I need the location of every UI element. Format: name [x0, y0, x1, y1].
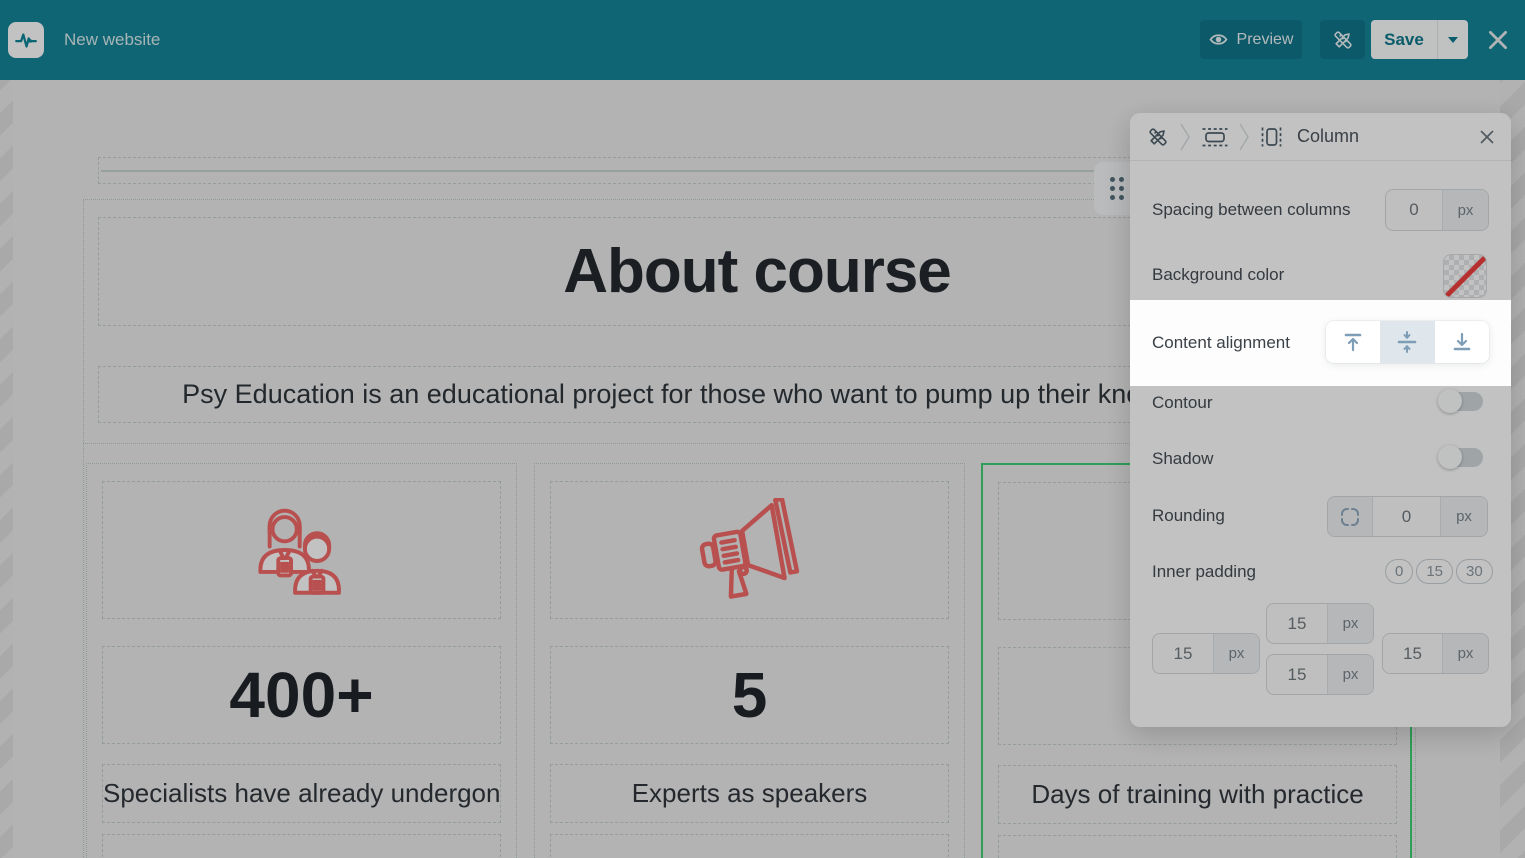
stat-caption: Specialists have already undergone [103, 765, 500, 822]
breadcrumb-design-tools-icon[interactable] [1146, 125, 1170, 149]
icon-block[interactable] [102, 481, 501, 619]
top-bar: New website Preview Save [0, 0, 1525, 80]
breadcrumb-chevron-icon [1180, 123, 1191, 151]
panel-close-button[interactable] [1477, 127, 1497, 147]
preview-button[interactable]: Preview [1200, 20, 1302, 59]
contour-label: Contour [1152, 393, 1212, 413]
megaphone-icon [694, 498, 806, 602]
contour-toggle[interactable] [1440, 392, 1483, 411]
spacing-input[interactable]: 0 px [1385, 189, 1489, 231]
spacing-unit[interactable]: px [1442, 190, 1488, 230]
padding-left-value[interactable]: 15 [1153, 634, 1213, 673]
align-top-button[interactable] [1326, 321, 1380, 363]
content-alignment-label: Content alignment [1152, 300, 1290, 386]
app-logo [8, 22, 44, 58]
design-tools-button[interactable] [1320, 20, 1365, 59]
caption-block[interactable]: Experts as speakers [550, 764, 949, 823]
drag-handle-icon [1110, 177, 1124, 200]
padding-bottom-unit[interactable]: px [1327, 655, 1373, 694]
stat-caption: Days of training with practice [999, 766, 1396, 823]
save-label: Save [1384, 30, 1424, 50]
preset-pill-0[interactable]: 0 [1385, 559, 1413, 584]
stat-caption: Experts as speakers [551, 765, 948, 822]
inner-padding-label: Inner padding [1152, 562, 1256, 582]
builder-window: About course Psy Education is an educati… [0, 0, 1525, 858]
align-middle-button[interactable] [1380, 321, 1434, 363]
padding-bottom-input[interactable]: 15 px [1266, 654, 1374, 695]
align-top-icon [1341, 330, 1365, 354]
padding-top-input[interactable]: 15 px [1266, 603, 1374, 644]
people-icon [243, 498, 361, 602]
caption-block[interactable]: Specialists have already undergone [102, 764, 501, 823]
design-tools-icon [1331, 28, 1355, 52]
close-icon [1485, 27, 1511, 53]
close-icon [1479, 129, 1495, 145]
icon-block[interactable] [550, 481, 949, 619]
spacing-label: Spacing between columns [1152, 200, 1350, 220]
preview-label: Preview [1237, 31, 1294, 49]
align-middle-icon [1395, 330, 1419, 354]
breadcrumb-row-icon[interactable] [1201, 126, 1229, 148]
stat-number: 5 [551, 647, 948, 743]
breadcrumb-chevron-icon [1239, 123, 1250, 151]
number-block[interactable]: 400+ [102, 646, 501, 744]
column-settings-panel: Column Spacing between columns 0 px Back… [1130, 113, 1511, 727]
padding-top-unit[interactable]: px [1327, 604, 1373, 643]
preset-pill-15[interactable]: 15 [1416, 559, 1453, 584]
padding-right-value[interactable]: 15 [1383, 634, 1442, 673]
save-button[interactable]: Save [1371, 20, 1437, 59]
close-editor-button[interactable] [1484, 26, 1512, 54]
pulse-icon [13, 27, 39, 53]
padding-right-input[interactable]: 15 px [1382, 633, 1489, 674]
caret-down-icon [1448, 37, 1458, 43]
spare-block[interactable] [550, 834, 949, 858]
save-split-button: Save [1371, 20, 1468, 59]
rounding-value[interactable]: 0 [1373, 497, 1440, 536]
save-dropdown-button[interactable] [1437, 20, 1468, 59]
padding-right-unit[interactable]: px [1442, 634, 1488, 673]
padding-bottom-value[interactable]: 15 [1267, 655, 1327, 694]
background-color-swatch[interactable] [1443, 254, 1487, 298]
spacing-value[interactable]: 0 [1386, 190, 1442, 230]
column-2[interactable]: 5 Experts as speakers [534, 463, 965, 858]
caption-block[interactable]: Days of training with practice [998, 765, 1397, 824]
content-alignment-row: Content alignment [1130, 300, 1511, 386]
padding-left-input[interactable]: 15 px [1152, 633, 1260, 674]
rounding-label: Rounding [1152, 506, 1225, 526]
stat-number: 400+ [103, 647, 500, 743]
column-1[interactable]: 400+ Specialists have already undergone [86, 463, 517, 858]
panel-breadcrumb: Column [1130, 113, 1511, 161]
breadcrumb-column-icon [1260, 126, 1283, 148]
toggle-knob [1438, 389, 1462, 413]
alignment-button-group [1326, 321, 1489, 363]
background-color-label: Background color [1152, 265, 1284, 285]
spare-block[interactable] [102, 834, 501, 858]
rounding-input[interactable]: 0 px [1327, 496, 1488, 537]
page-title: New website [64, 0, 160, 80]
number-block[interactable]: 5 [550, 646, 949, 744]
padding-presets: 0 15 30 [1385, 559, 1493, 584]
toggle-knob [1438, 445, 1462, 469]
rounding-corner-button[interactable] [1328, 497, 1373, 536]
eye-icon [1209, 30, 1228, 49]
shadow-toggle[interactable] [1440, 448, 1483, 467]
preset-pill-30[interactable]: 30 [1456, 559, 1493, 584]
rounding-unit[interactable]: px [1440, 497, 1487, 536]
align-bottom-icon [1450, 330, 1474, 354]
padding-left-unit[interactable]: px [1213, 634, 1259, 673]
panel-title: Column [1297, 126, 1359, 147]
corner-radius-icon [1339, 506, 1361, 528]
align-bottom-button[interactable] [1435, 321, 1489, 363]
spare-block[interactable] [998, 835, 1397, 858]
shadow-label: Shadow [1152, 449, 1213, 469]
padding-top-value[interactable]: 15 [1267, 604, 1327, 643]
